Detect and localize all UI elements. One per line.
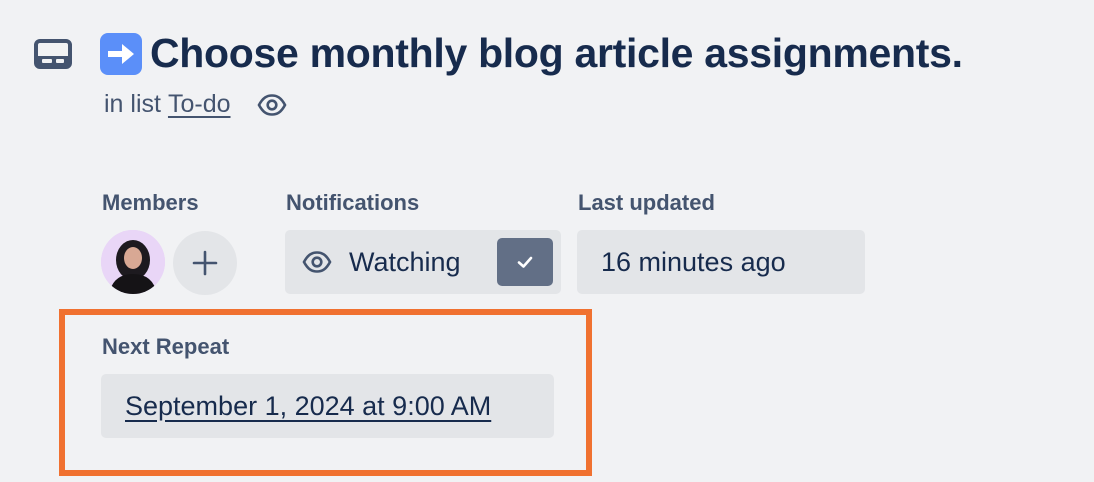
card-list-info: in list To-do: [104, 90, 287, 119]
member-avatar[interactable]: [101, 230, 165, 294]
checkmark-icon: [517, 256, 533, 268]
notifications-label: Notifications: [286, 190, 420, 215]
next-repeat-label: Next Repeat: [102, 334, 230, 359]
watching-checkbox[interactable]: [497, 238, 553, 286]
watch-button-label: Watching: [349, 247, 461, 277]
card-title[interactable]: Choose monthly blog article assignments.: [150, 30, 963, 77]
plus-icon: [192, 250, 218, 276]
last-updated-value: 16 minutes ago: [601, 247, 786, 277]
members-label: Members: [102, 190, 199, 215]
next-repeat-date[interactable]: September 1, 2024 at 9:00 AM: [125, 391, 491, 422]
last-updated-label: Last updated: [578, 190, 715, 215]
list-link[interactable]: To-do: [168, 90, 231, 119]
list-prefix-label: in list: [104, 90, 161, 118]
eye-icon: [302, 251, 332, 273]
next-repeat-button[interactable]: September 1, 2024 at 9:00 AM: [101, 374, 554, 438]
arrow-right-emoji-icon: [100, 32, 142, 75]
last-updated-value-box: 16 minutes ago: [577, 230, 865, 294]
card-title-row: Choose monthly blog article assignments.: [100, 30, 963, 77]
card-icon: [34, 39, 72, 69]
watch-eye-icon[interactable]: [257, 93, 287, 116]
add-member-button[interactable]: [173, 231, 237, 295]
watch-button[interactable]: Watching: [285, 230, 561, 294]
